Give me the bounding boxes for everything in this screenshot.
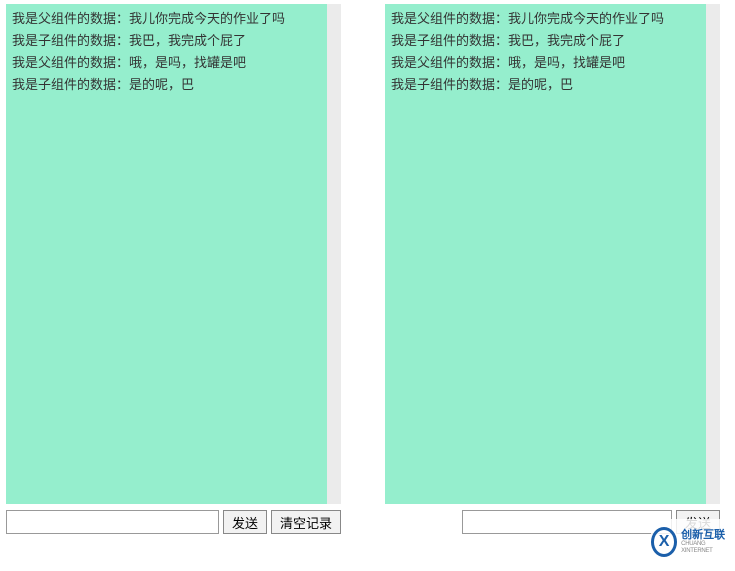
watermark-logo-icon: X [651,527,677,557]
message-line: 我是子组件的数据：是的呢，巴 [12,74,321,96]
watermark-en: CHUANG XINTERNET [681,541,729,554]
message-line: 我是父组件的数据：哦，是吗，找罐是吧 [12,52,321,74]
left-panel: 我是父组件的数据：我儿你完成今天的作业了吗 我是子组件的数据：我巴，我完成个屁了… [6,4,341,534]
message-line: 我是子组件的数据：是的呢，巴 [391,74,700,96]
message-line: 我是父组件的数据：我儿你完成今天的作业了吗 [12,8,321,30]
right-message-input[interactable] [462,510,672,534]
left-message-area: 我是父组件的数据：我儿你完成今天的作业了吗 我是子组件的数据：我巴，我完成个屁了… [6,4,341,504]
left-toolbar: 发送 清空记录 [6,510,341,534]
message-line: 我是子组件的数据：我巴，我完成个屁了 [12,30,321,52]
right-message-area: 我是父组件的数据：我儿你完成今天的作业了吗 我是子组件的数据：我巴，我完成个屁了… [385,4,720,504]
message-line: 我是子组件的数据：我巴，我完成个屁了 [391,30,700,52]
watermark-text: 创新互联 CHUANG XINTERNET [681,529,729,554]
left-clear-button[interactable]: 清空记录 [271,510,341,534]
watermark-cn: 创新互联 [681,529,729,541]
message-line: 我是父组件的数据：我儿你完成今天的作业了吗 [391,8,700,30]
left-send-button[interactable]: 发送 [223,510,267,534]
message-line: 我是父组件的数据：哦，是吗，找罐是吧 [391,52,700,74]
right-panel: 我是父组件的数据：我儿你完成今天的作业了吗 我是子组件的数据：我巴，我完成个屁了… [385,4,720,534]
left-message-input[interactable] [6,510,219,534]
watermark: X 创新互联 CHUANG XINTERNET [651,519,729,565]
